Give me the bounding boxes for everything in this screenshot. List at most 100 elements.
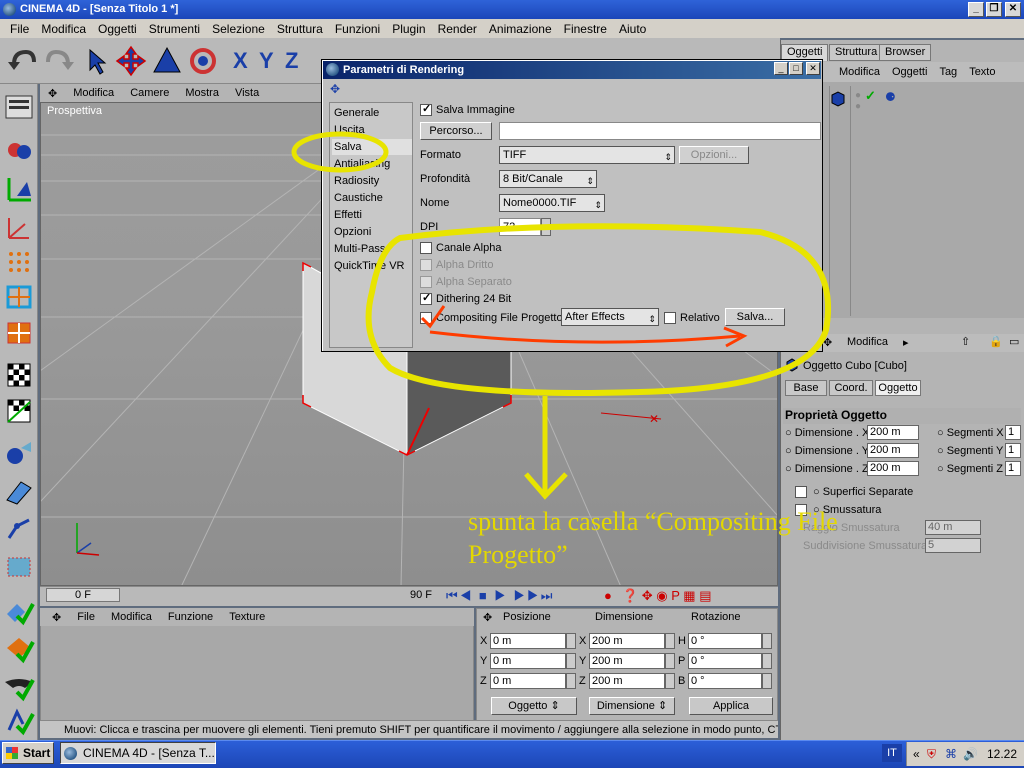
redo-icon[interactable] <box>42 44 76 78</box>
mat-menu-texture[interactable]: Texture <box>221 611 273 623</box>
render-picture-icon[interactable] <box>3 672 35 702</box>
pos-x-field[interactable]: 0 m <box>490 633 566 649</box>
menu-render[interactable]: Render <box>432 22 483 36</box>
path-field[interactable] <box>499 122 821 140</box>
nav-antialiasing[interactable]: Antialiasing <box>332 156 412 172</box>
dialog-title-bar[interactable]: Parametri di Rendering <box>323 61 821 79</box>
rot-h-field[interactable]: 0 ° <box>688 633 762 649</box>
format-select[interactable]: TIFF ⇕ <box>499 146 675 164</box>
tray-network-icon[interactable]: ⌘ <box>945 742 957 766</box>
nav-caustiche[interactable]: Caustiche <box>332 190 412 206</box>
size-x-spinner[interactable] <box>665 633 675 649</box>
separate-surfaces-checkbox[interactable] <box>795 486 807 498</box>
vp-menu-modifica[interactable]: Modifica <box>65 87 122 99</box>
attr-tab-oggetto[interactable]: Oggetto <box>875 380 921 396</box>
attr-tab-base[interactable]: Base <box>785 380 827 396</box>
fillet-radius-field[interactable]: 40 m <box>925 520 981 535</box>
rot-p-field[interactable]: 0 ° <box>688 653 762 669</box>
pointer-icon[interactable] <box>80 44 114 78</box>
cube-object-icon[interactable] <box>829 90 847 108</box>
pos-z-field[interactable]: 0 m <box>490 673 566 689</box>
rot-h-spinner[interactable] <box>762 633 772 649</box>
size-x-field[interactable]: 200 m <box>589 633 665 649</box>
nav-radiosity[interactable]: Radiosity <box>332 173 412 189</box>
rotate-icon[interactable] <box>186 44 220 78</box>
scale-icon[interactable] <box>150 44 184 78</box>
enabled-check-icon[interactable]: ✓ <box>865 88 876 104</box>
save-compositing-button[interactable]: Salva... <box>725 308 785 326</box>
menu-struttura[interactable]: Struttura <box>271 22 329 36</box>
menu-animazione[interactable]: Animazione <box>483 22 558 36</box>
edges-mode-icon[interactable] <box>3 282 35 312</box>
obj-menu-texto[interactable]: Texto <box>963 66 1001 78</box>
polygons-mode-icon[interactable] <box>3 318 35 348</box>
compositing-file-checkbox[interactable] <box>420 312 432 324</box>
dithering-checkbox[interactable] <box>420 291 432 305</box>
deform-tool-icon[interactable] <box>3 438 35 468</box>
start-frame-field[interactable]: 0 F <box>46 588 120 602</box>
nav-opzioni[interactable]: Opzioni <box>332 224 412 240</box>
tray-volume-icon[interactable]: 🔊 <box>963 742 978 766</box>
seg-y-field[interactable]: 1 <box>1005 443 1021 458</box>
render-settings-icon[interactable] <box>3 706 35 736</box>
dialog-close-button[interactable]: ✕ <box>806 62 820 75</box>
apply-button[interactable]: Applica <box>689 697 773 715</box>
dpi-spinner[interactable] <box>541 218 551 236</box>
dpi-field[interactable]: 72 <box>499 218 541 236</box>
dialog-maximize-button[interactable]: □ <box>789 62 803 75</box>
vp-menu-camere[interactable]: Camere <box>122 87 177 99</box>
material-tag-icon[interactable]: ⚈ <box>885 90 896 104</box>
pos-y-spinner[interactable] <box>566 653 576 669</box>
tab-browser[interactable]: Browser <box>879 44 932 61</box>
dialog-menu-icon[interactable]: ✥ <box>330 82 340 96</box>
tray-security-icon[interactable]: ⛨ <box>927 742 936 766</box>
name-select[interactable]: Nome0000.TIF ⇕ <box>499 194 605 212</box>
viewport-menu-icon[interactable]: ✥ <box>40 87 65 100</box>
menu-modifica[interactable]: Modifica <box>35 22 92 36</box>
relative-checkbox[interactable] <box>664 312 676 324</box>
size-mode-select[interactable]: Dimensione ⇕ <box>589 697 675 715</box>
menu-file[interactable]: File <box>4 22 35 36</box>
nav-quicktime-vr[interactable]: QuickTime VR <box>332 258 412 274</box>
size-y-field[interactable]: 200 m <box>589 653 665 669</box>
y-axis-icon[interactable]: Y <box>256 44 280 78</box>
minimize-button[interactable]: _ <box>968 2 984 17</box>
tray-expand-icon[interactable]: « <box>913 742 920 766</box>
axis-mode-icon[interactable] <box>3 174 35 204</box>
rot-b-spinner[interactable] <box>762 673 772 689</box>
points-mode-icon[interactable] <box>3 212 35 242</box>
obj-menu-tag[interactable]: Tag <box>933 66 963 78</box>
menu-oggetti[interactable]: Oggetti <box>92 22 143 36</box>
viewport-layout-icon[interactable] <box>3 92 35 122</box>
menu-strumenti[interactable]: Strumenti <box>143 22 206 36</box>
attr-tab-coord[interactable]: Coord. <box>829 380 873 396</box>
selection-tool-icon[interactable] <box>3 552 35 582</box>
obj-menu-oggetti[interactable]: Oggetti <box>886 66 933 78</box>
attr-menu-icon[interactable]: ✥ <box>823 336 832 349</box>
mat-menu-funzione[interactable]: Funzione <box>160 611 221 623</box>
nav-uscita[interactable]: Uscita <box>332 122 412 138</box>
compositing-app-select[interactable]: After Effects ⇕ <box>561 308 659 326</box>
size-y-spinner[interactable] <box>665 653 675 669</box>
move-icon[interactable] <box>114 44 148 78</box>
dots-grid-icon[interactable] <box>3 246 35 276</box>
texture-axis-icon[interactable] <box>3 396 35 426</box>
checker-texture-icon[interactable] <box>3 360 35 390</box>
visibility-dots[interactable]: ● ● <box>855 90 861 112</box>
rot-p-spinner[interactable] <box>762 653 772 669</box>
render-region-icon[interactable] <box>3 634 35 664</box>
attr-menu-arrow-icon[interactable]: ▸ <box>903 336 909 349</box>
nav-effetti[interactable]: Effetti <box>332 207 412 223</box>
vp-menu-vista[interactable]: Vista <box>227 87 267 99</box>
pos-x-spinner[interactable] <box>566 633 576 649</box>
maximize-button[interactable]: ❐ <box>986 2 1002 17</box>
menu-funzioni[interactable]: Funzioni <box>329 22 386 36</box>
dim-x-field[interactable]: 200 m <box>867 425 919 440</box>
attr-new-window-icon[interactable]: ▭ <box>1009 335 1019 348</box>
menu-selezione[interactable]: Selezione <box>206 22 271 36</box>
coord-mode-select[interactable]: Oggetto ⇕ <box>491 697 577 715</box>
keyframe-icons[interactable]: ❓ ✥ ◉ P ▦ ▤ <box>622 588 711 604</box>
pos-y-field[interactable]: 0 m <box>490 653 566 669</box>
menu-plugin[interactable]: Plugin <box>386 22 431 36</box>
size-z-field[interactable]: 200 m <box>589 673 665 689</box>
